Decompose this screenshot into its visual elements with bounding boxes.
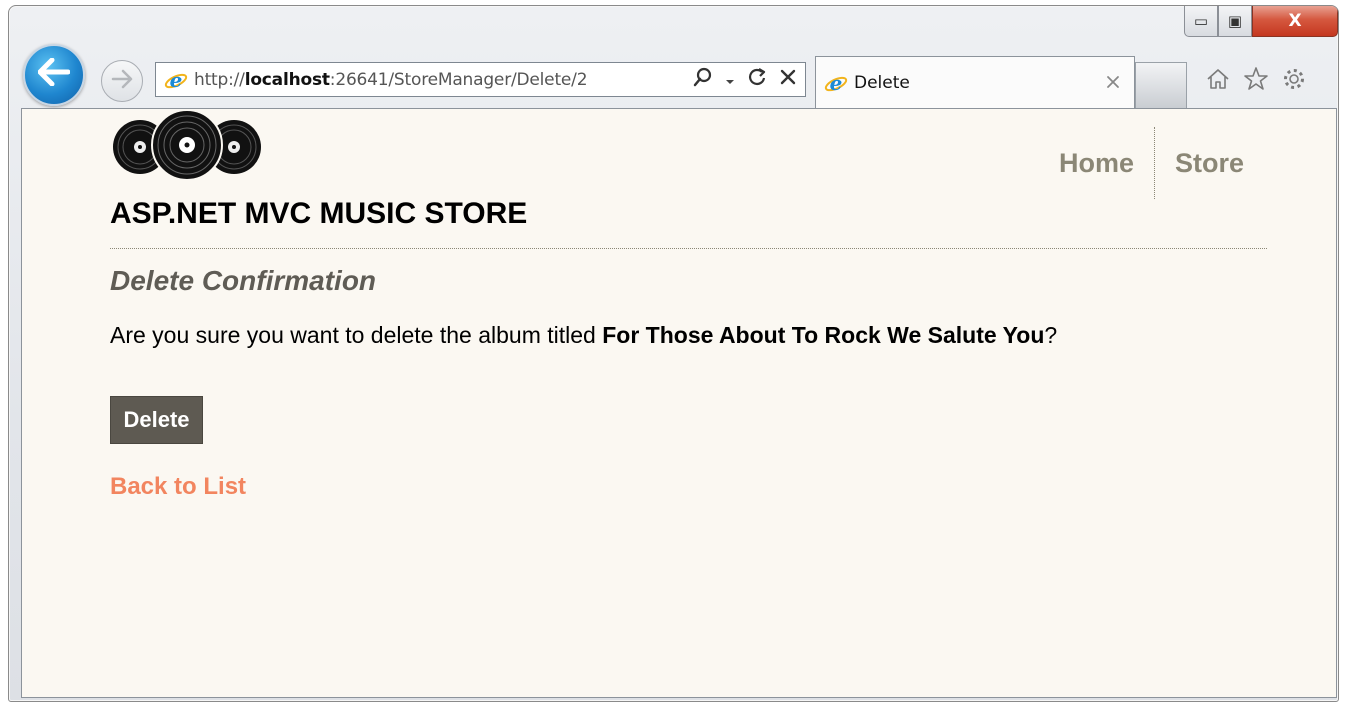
favorites-star-icon[interactable] xyxy=(1243,66,1269,98)
address-tools xyxy=(693,67,797,92)
tab-delete[interactable]: e Delete xyxy=(815,56,1135,109)
album-title: For Those About To Rock We Salute You xyxy=(602,322,1045,348)
page-content: ASP.NET MVC MUSIC STORE Home Store Delet… xyxy=(21,108,1337,698)
site-title: ASP.NET MVC MUSIC STORE xyxy=(110,197,528,230)
browser-tools xyxy=(1205,66,1307,98)
maximize-icon: ▣ xyxy=(1227,12,1243,30)
delete-prompt: Are you sure you want to delete the albu… xyxy=(110,322,1057,349)
search-dropdown-icon[interactable] xyxy=(725,69,735,91)
close-icon: X xyxy=(1288,11,1302,31)
forward-arrow-icon xyxy=(111,69,133,94)
browser-window: ▭ ▣ X e http://localhost:26641/StoreMana… xyxy=(8,5,1339,702)
home-icon[interactable] xyxy=(1205,66,1231,98)
svg-text:e: e xyxy=(830,71,843,95)
ie-logo-icon: e xyxy=(824,71,848,95)
vinyl-records-logo[interactable] xyxy=(112,109,262,187)
back-button[interactable] xyxy=(23,44,85,106)
back-arrow-icon xyxy=(37,55,71,95)
stop-icon[interactable] xyxy=(779,68,797,91)
nav-store-link[interactable]: Store xyxy=(1175,148,1244,179)
nav-divider xyxy=(1153,127,1155,199)
header-divider xyxy=(110,248,1267,249)
minimize-icon: ▭ xyxy=(1193,12,1209,30)
delete-button[interactable]: Delete xyxy=(110,396,203,444)
prompt-question-mark: ? xyxy=(1044,322,1058,348)
prompt-text: Are you sure you want to delete the albu… xyxy=(110,322,603,348)
close-button[interactable]: X xyxy=(1252,6,1338,37)
back-to-list-link[interactable]: Back to List xyxy=(110,473,246,501)
page-heading: Delete Confirmation xyxy=(110,265,377,296)
ie-logo-icon: e xyxy=(164,68,188,92)
tab-title: Delete xyxy=(854,73,910,93)
nav-home-link[interactable]: Home xyxy=(1059,148,1134,179)
tab-close-icon[interactable] xyxy=(1106,73,1120,94)
refresh-icon[interactable] xyxy=(747,67,767,92)
svg-text:e: e xyxy=(170,68,183,92)
search-icon[interactable] xyxy=(693,67,713,92)
address-bar[interactable]: e http://localhost:26641/StoreManager/De… xyxy=(155,62,806,97)
minimize-button[interactable]: ▭ xyxy=(1184,6,1218,37)
maximize-button[interactable]: ▣ xyxy=(1218,6,1252,37)
forward-button[interactable] xyxy=(101,60,143,102)
url-text: http://localhost:26641/StoreManager/Dele… xyxy=(194,69,588,90)
window-controls: ▭ ▣ X xyxy=(1184,6,1338,37)
settings-gear-icon[interactable] xyxy=(1281,66,1307,98)
new-tab-button[interactable] xyxy=(1135,62,1187,109)
main-nav: Home Store xyxy=(1059,127,1244,199)
